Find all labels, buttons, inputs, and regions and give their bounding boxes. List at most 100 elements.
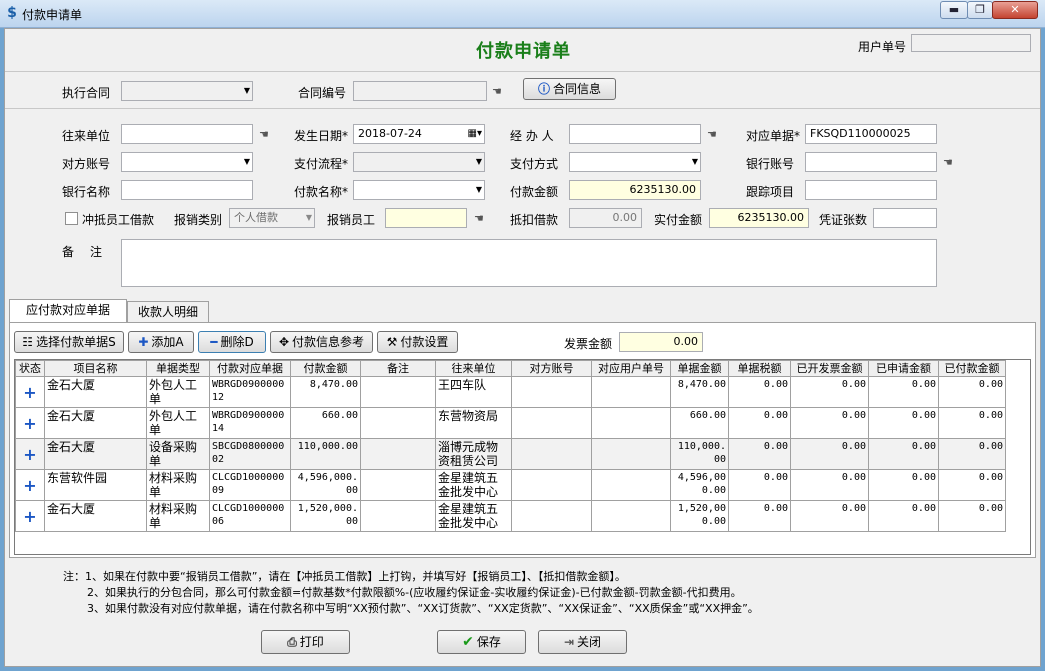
tab-panel: ☷ 选择付款单据S ✚ 添加A ━ 删除D ✥ 付款信息参考 ⚒ 付款设置 发票金额 0.… <box>9 322 1036 558</box>
cell-applied: 0.00 <box>868 500 939 532</box>
column-header[interactable]: 项目名称 <box>44 360 147 377</box>
bill-no-field[interactable]: FKSQD110000025 <box>805 124 937 144</box>
offset-label: 冲抵员工借款 <box>82 213 155 227</box>
handler-field[interactable] <box>569 124 701 144</box>
invoice-amount-field[interactable]: 0.00 <box>619 332 703 352</box>
cell-amount: 1,520,000.00 <box>290 500 361 532</box>
column-header[interactable]: 付款对应单据 <box>209 360 291 377</box>
cell-bill: WBRGD090000014 <box>209 407 291 439</box>
payment-reference-button[interactable]: ✥ 付款信息参考 <box>270 331 373 353</box>
chevron-down-icon: ▼ <box>305 213 312 222</box>
gear-icon: ✥ <box>278 335 290 349</box>
column-header[interactable]: 单据税额 <box>728 360 791 377</box>
pay-method-select[interactable]: ▼ <box>569 152 701 172</box>
column-header[interactable]: 付款金额 <box>290 360 361 377</box>
row-status-plus-icon[interactable]: + <box>15 469 45 501</box>
track-field[interactable] <box>805 180 937 200</box>
exec-contract-select[interactable]: ▼ <box>121 81 253 101</box>
note-line: 注：1、如果在付款中要“报销员工借款”，请在【冲抵员工借款】上打钩，并填写好【报… <box>63 570 626 583</box>
column-header[interactable]: 已付款金额 <box>938 360 1006 377</box>
reimb-staff-field[interactable] <box>385 208 467 228</box>
deduct-field[interactable]: 0.00 <box>569 208 642 228</box>
tab-payee-details[interactable]: 收款人明细 <box>127 301 209 323</box>
table-row[interactable]: + 金石大厦 外包人工单 WBRGD090000012 8,470.00 王四车队 8,47… <box>15 376 1006 408</box>
table-row[interactable]: + 东营软件园 材料采购单 CLCGD100000009 4,596,000.00 金星建… <box>15 469 1006 501</box>
date-picker[interactable]: 2018-07-24 ▦▾ <box>353 124 485 144</box>
row-status-plus-icon[interactable]: + <box>15 438 45 470</box>
payment-settings-button[interactable]: ⚒ 付款设置 <box>377 331 458 353</box>
cell-type: 外包人工单 <box>146 376 210 408</box>
cell-bill: WBRGD090000012 <box>209 376 291 408</box>
cell-paid: 0.00 <box>938 438 1006 470</box>
minimize-button[interactable]: ▬ <box>940 1 968 19</box>
close-window-button[interactable]: ✕ <box>992 1 1038 19</box>
checkmark-icon: ✔ <box>462 634 474 650</box>
table-row[interactable]: + 金石大厦 材料采购单 CLCGD100000006 1,520,000.00 金星建筑… <box>15 500 1006 532</box>
other-account-select[interactable]: ▼ <box>121 152 253 172</box>
remark-textarea[interactable] <box>121 239 937 287</box>
maximize-button[interactable]: ❐ <box>967 1 993 19</box>
tab-payable-bills[interactable]: 应付款对应单据 <box>9 299 127 322</box>
pointing-hand-icon[interactable]: ☚ <box>707 129 717 141</box>
pointing-hand-icon[interactable]: ☚ <box>492 86 502 98</box>
cell-unit: 淄博元成物资租赁公司 <box>435 438 512 470</box>
save-button[interactable]: ✔ 保存 <box>437 630 526 654</box>
column-header[interactable]: 对方账号 <box>511 360 592 377</box>
contract-no-field[interactable] <box>353 81 487 101</box>
column-header[interactable]: 状态 <box>15 360 45 377</box>
delete-button[interactable]: ━ 删除D <box>198 331 266 353</box>
cell-remark <box>360 500 436 532</box>
flow-select[interactable]: ▼ <box>353 152 485 172</box>
contract-info-button[interactable]: ⓘ 合同信息 <box>523 78 616 100</box>
cell-unit: 金星建筑五金批发中心 <box>435 500 512 532</box>
column-header[interactable]: 往来单位 <box>435 360 512 377</box>
actual-amount-field[interactable]: 6235130.00 <box>709 208 809 228</box>
pointing-hand-icon[interactable]: ☚ <box>259 129 269 141</box>
row-status-plus-icon[interactable]: + <box>15 500 45 532</box>
table-row[interactable]: + 金石大厦 设备采购单 SBCGD080000002 110,000.00 淄博元成物资… <box>15 438 1006 470</box>
note-line: 3、如果付款没有对应付款单据，请在付款名称中写明“XX预付款”、“XX订货款”、… <box>87 602 759 615</box>
exec-contract-label: 执行合同 <box>62 86 111 100</box>
row-status-plus-icon[interactable]: + <box>15 376 45 408</box>
voucher-field[interactable] <box>873 208 937 228</box>
bills-table: 状态 项目名称 单据类型 付款对应单据 付款金额 备注 往来单位 对方账号 对应用户单号 单据金额… <box>14 359 1031 555</box>
cell-type: 材料采购单 <box>146 469 210 501</box>
print-button[interactable]: ⎙ 打印 <box>261 630 350 654</box>
row-status-plus-icon[interactable]: + <box>15 407 45 439</box>
column-header[interactable]: 单据金额 <box>670 360 729 377</box>
cell-bill: CLCGD100000009 <box>209 469 291 501</box>
cell-amount: 4,596,000.00 <box>290 469 361 501</box>
cell-tax: 0.00 <box>728 376 791 408</box>
calendar-icon: ▦▾ <box>467 128 482 139</box>
pay-name-select[interactable]: ▼ <box>353 180 485 200</box>
select-bills-button[interactable]: ☷ 选择付款单据S <box>14 331 124 353</box>
column-header[interactable]: 备注 <box>360 360 436 377</box>
cell-paid: 0.00 <box>938 469 1006 501</box>
bank-account-field[interactable] <box>805 152 937 172</box>
actual-label: 实付金额 <box>654 213 703 227</box>
contract-info-button-label: 合同信息 <box>553 82 602 96</box>
cell-bill-amount: 8,470.00 <box>670 376 729 408</box>
payee-unit-field[interactable] <box>121 124 253 144</box>
pay-amount-field[interactable]: 6235130.00 <box>569 180 701 200</box>
column-header[interactable]: 已开发票金额 <box>790 360 869 377</box>
add-button[interactable]: ✚ 添加A <box>128 331 194 353</box>
offset-checkbox[interactable] <box>65 212 78 225</box>
cell-tax: 0.00 <box>728 469 791 501</box>
pay-amount-label: 付款金额 <box>510 185 559 199</box>
close-button[interactable]: ⇥ 关闭 <box>538 630 627 654</box>
column-header[interactable]: 对应用户单号 <box>591 360 671 377</box>
pointing-hand-icon[interactable]: ☚ <box>474 213 484 225</box>
table-row[interactable]: + 金石大厦 外包人工单 WBRGD090000014 660.00 东营物资局 660.0… <box>15 407 1006 439</box>
chevron-down-icon: ▼ <box>243 86 250 95</box>
reimb-type-select[interactable]: 个人借款 ▼ <box>229 208 315 228</box>
column-header[interactable]: 单据类型 <box>146 360 210 377</box>
column-header[interactable]: 已申请金额 <box>868 360 939 377</box>
user-no-field[interactable] <box>911 34 1031 52</box>
voucher-label: 凭证张数 <box>819 213 868 227</box>
bank-name-field[interactable] <box>121 180 253 200</box>
pointing-hand-icon[interactable]: ☚ <box>943 157 953 169</box>
payee-unit-label: 往来单位 <box>62 129 111 143</box>
cell-user-no <box>591 500 671 532</box>
bill-no-label: 对应单据* <box>746 129 801 143</box>
